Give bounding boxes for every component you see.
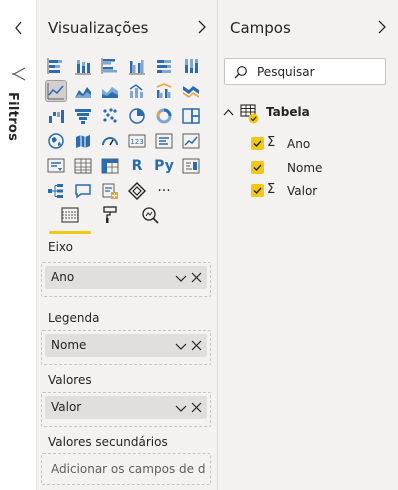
multi-row-card-icon[interactable] <box>154 131 174 151</box>
chevron-down-icon[interactable] <box>175 402 187 414</box>
field-row-ano[interactable]: Σ Ano <box>218 133 398 155</box>
search-icon <box>234 66 247 79</box>
well-placeholder: Adicionar os campos de da... <box>51 462 205 476</box>
checkmark-icon <box>253 187 262 195</box>
well-field-legend[interactable]: Nome <box>45 334 207 357</box>
line-and-clustered-column-chart-icon[interactable] <box>154 81 174 101</box>
table-visual-icon[interactable] <box>73 156 93 176</box>
map-icon[interactable] <box>46 131 66 151</box>
filled-map-icon[interactable] <box>73 131 93 151</box>
waterfall-chart-icon[interactable] <box>46 106 66 126</box>
scatter-chart-icon[interactable] <box>100 106 120 126</box>
well-label-values: Valores <box>48 373 92 387</box>
sigma-icon: Σ <box>267 182 276 197</box>
table-icon <box>240 104 259 124</box>
well-legend[interactable]: Nome <box>41 330 211 365</box>
tab-format[interactable] <box>95 200 125 234</box>
stacked-bar-chart-icon[interactable] <box>46 56 66 76</box>
card-icon[interactable]: 123 <box>127 131 147 151</box>
search-input[interactable] <box>257 63 381 81</box>
fields-pane: Campos Tabela Σ Ano Nome Σ Valor <box>218 0 398 490</box>
clustered-bar-chart-icon[interactable] <box>100 56 120 76</box>
clustered-column-chart-icon[interactable] <box>127 56 147 76</box>
well-label-secondary-values: Valores secundários <box>48 435 168 449</box>
field-name: Nome <box>287 161 323 175</box>
100-stacked-column-chart-icon[interactable] <box>181 56 201 76</box>
key-influencers-icon[interactable] <box>181 156 201 176</box>
well-field-name: Valor <box>51 400 82 414</box>
line-and-stacked-column-chart-icon[interactable] <box>127 81 147 101</box>
chevron-right-icon[interactable] <box>195 18 209 36</box>
visualizations-pane: Visualizações 123 R Py ··· Eixo Ano Lege… <box>37 0 218 490</box>
checkmark-icon <box>253 164 262 172</box>
well-label-axis: Eixo <box>48 240 73 254</box>
funnel-chart-icon[interactable] <box>73 106 93 126</box>
table-node[interactable]: Tabela <box>218 100 398 126</box>
slicer-icon[interactable] <box>46 156 66 176</box>
checkbox-checked[interactable] <box>251 137 264 150</box>
well-field-name: Nome <box>51 338 87 352</box>
svg-text:123: 123 <box>130 138 143 146</box>
field-row-valor[interactable]: Σ Valor <box>218 180 398 202</box>
analytics-magnifier-icon <box>142 207 159 224</box>
100-stacked-bar-chart-icon[interactable] <box>154 56 174 76</box>
filters-rail: Filtros <box>0 0 37 490</box>
more-visuals-icon[interactable]: ··· <box>154 181 174 201</box>
chevron-left-icon[interactable] <box>10 18 28 38</box>
stacked-area-chart-icon[interactable] <box>100 81 120 101</box>
checkbox-checked[interactable] <box>251 161 264 174</box>
python-visual-icon[interactable]: Py <box>154 156 174 176</box>
well-values[interactable]: Valor <box>41 392 211 427</box>
qa-visual-icon[interactable] <box>73 181 93 201</box>
field-name: Ano <box>287 137 311 151</box>
table-name: Tabela <box>266 105 310 119</box>
close-icon[interactable] <box>191 402 202 413</box>
fields-title: Campos <box>230 19 291 37</box>
chevron-down-icon[interactable] <box>175 272 187 284</box>
tab-analytics[interactable] <box>135 200 165 234</box>
well-label-legend: Legenda <box>48 311 100 325</box>
well-field-name: Ano <box>51 270 75 284</box>
checkmark-icon <box>253 140 262 148</box>
stacked-column-chart-icon[interactable] <box>73 56 93 76</box>
search-box[interactable] <box>224 58 386 85</box>
well-field-axis[interactable]: Ano <box>45 266 207 289</box>
field-row-nome[interactable]: Nome <box>218 157 398 179</box>
filters-label[interactable]: Filtros <box>5 92 33 152</box>
close-icon[interactable] <box>191 340 202 351</box>
field-name: Valor <box>287 184 318 198</box>
pie-chart-icon[interactable] <box>127 106 147 126</box>
filters-label-text: Filtros <box>5 92 20 142</box>
filter-funnel-icon[interactable] <box>11 66 27 82</box>
line-chart-icon[interactable] <box>45 80 67 102</box>
visualization-tabs <box>46 200 206 234</box>
tab-fields[interactable] <box>55 200 85 234</box>
chevron-up-icon[interactable] <box>222 106 235 119</box>
decomposition-tree-icon[interactable] <box>46 181 66 201</box>
chevron-right-icon[interactable] <box>375 18 389 36</box>
area-chart-icon[interactable] <box>73 81 93 101</box>
fields-well-icon <box>61 207 79 223</box>
kpi-icon[interactable] <box>181 131 201 151</box>
gauge-icon[interactable] <box>100 131 120 151</box>
paginated-report-icon[interactable] <box>127 181 147 201</box>
r-visual-icon[interactable]: R <box>127 156 147 176</box>
matrix-icon[interactable] <box>100 156 120 176</box>
visualizations-title: Visualizações <box>48 19 149 37</box>
paint-roller-icon <box>103 206 117 223</box>
well-secondary-values[interactable]: Adicionar os campos de da... <box>41 453 211 485</box>
treemap-icon[interactable] <box>181 106 201 126</box>
chevron-down-icon[interactable] <box>175 340 187 352</box>
close-icon[interactable] <box>191 272 202 283</box>
sigma-icon: Σ <box>267 135 276 150</box>
ribbon-chart-icon[interactable] <box>181 81 201 101</box>
checkbox-checked[interactable] <box>251 184 264 197</box>
well-field-values[interactable]: Valor <box>45 396 207 419</box>
donut-chart-icon[interactable] <box>154 106 174 126</box>
active-tab-indicator <box>49 231 91 234</box>
smart-narrative-icon[interactable] <box>100 181 120 201</box>
well-axis[interactable]: Ano <box>41 262 211 297</box>
